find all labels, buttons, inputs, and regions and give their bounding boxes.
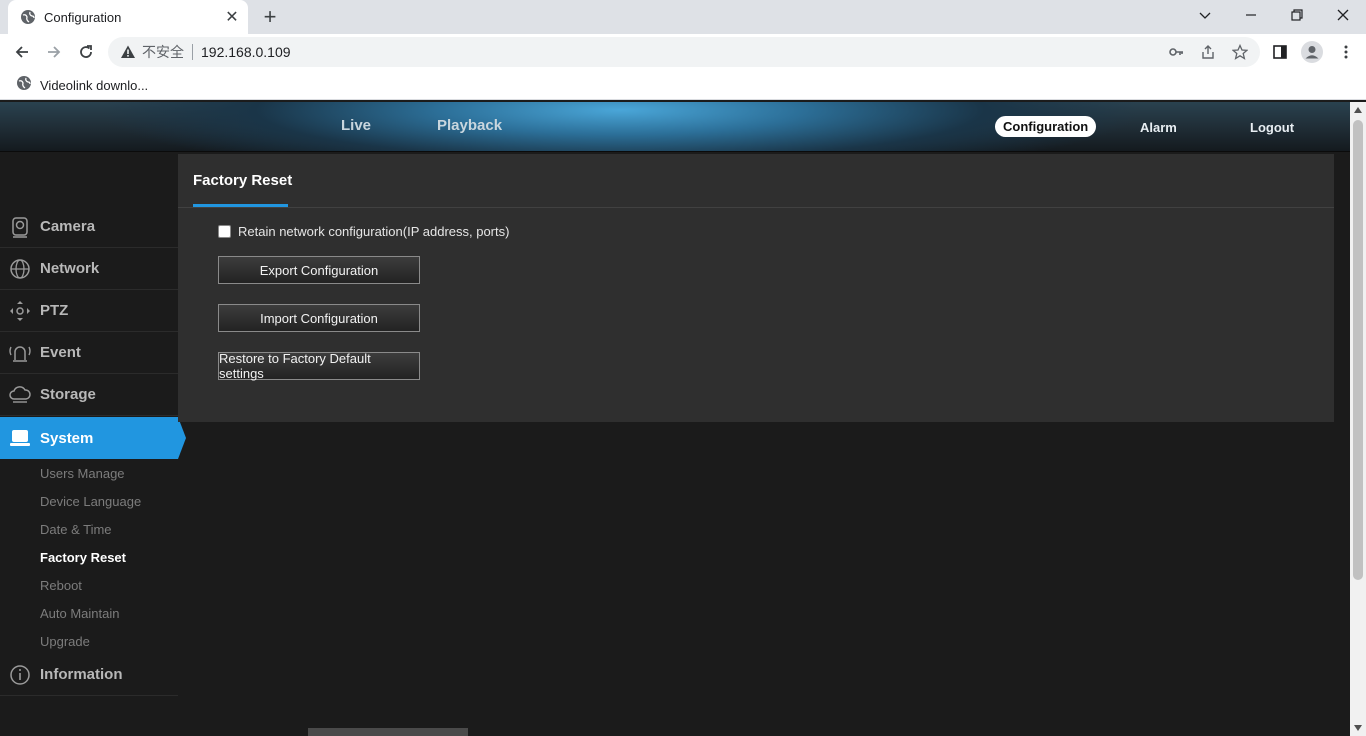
omnibox-separator <box>192 44 193 60</box>
sidepanel-icon[interactable] <box>1268 40 1292 64</box>
retain-network-checkbox[interactable] <box>218 225 231 238</box>
camera-web-app: Live Playback Configuration Alarm Logout… <box>0 102 1350 736</box>
event-icon <box>0 332 40 374</box>
submenu-auto-maintain[interactable]: Auto Maintain <box>40 606 120 621</box>
scroll-up-arrow-icon[interactable] <box>1350 102 1366 118</box>
vertical-scrollbar[interactable] <box>1350 102 1366 736</box>
address-bar[interactable]: 不安全 192.168.0.109 <box>108 37 1260 67</box>
globe-icon <box>20 9 36 25</box>
close-window-button[interactable] <box>1320 0 1366 30</box>
globe-icon <box>16 75 32 96</box>
share-icon[interactable] <box>1196 40 1220 64</box>
bookmarks-bar: Videolink downlo... <box>0 70 1366 100</box>
storage-icon <box>0 374 40 416</box>
export-configuration-button[interactable]: Export Configuration <box>218 256 420 284</box>
sidebar-item-label: Event <box>40 344 81 361</box>
network-icon <box>0 248 40 290</box>
menu-kebab-icon[interactable] <box>1334 40 1358 64</box>
horizontal-scroll-thumb[interactable] <box>308 728 468 736</box>
tab-search-icon[interactable] <box>1182 0 1228 30</box>
forward-button[interactable] <box>42 40 66 64</box>
key-icon[interactable] <box>1164 40 1188 64</box>
tab-close-icon[interactable]: ✕ <box>222 7 242 27</box>
browser-tabstrip: Configuration ✕ + <box>0 0 1366 34</box>
sidebar-item-event[interactable]: Event <box>0 332 178 374</box>
system-icon <box>0 417 40 459</box>
star-icon[interactable] <box>1228 40 1252 64</box>
sidebar-item-ptz[interactable]: PTZ <box>0 290 178 332</box>
panel-header: Factory Reset <box>178 154 1334 208</box>
submenu-reboot[interactable]: Reboot <box>40 578 82 593</box>
browser-tab[interactable]: Configuration ✕ <box>8 0 248 34</box>
nav-configuration[interactable]: Configuration <box>995 116 1097 137</box>
browser-toolbar: 不安全 192.168.0.109 <box>0 34 1366 70</box>
sidebar-item-storage[interactable]: Storage <box>0 374 178 416</box>
retain-network-label[interactable]: Retain network configuration(IP address,… <box>238 224 509 239</box>
nav-live[interactable]: Live <box>341 117 371 134</box>
submenu-device-language[interactable]: Device Language <box>40 494 141 509</box>
tab-title: Configuration <box>44 9 122 25</box>
scroll-thumb[interactable] <box>1353 120 1363 580</box>
import-configuration-button[interactable]: Import Configuration <box>218 304 420 332</box>
sidebar-item-label: PTZ <box>40 302 69 319</box>
retain-network-row: Retain network configuration(IP address,… <box>218 224 509 239</box>
submenu-date-time[interactable]: Date & Time <box>40 522 112 537</box>
submenu-users-manage[interactable]: Users Manage <box>40 466 125 481</box>
info-icon <box>0 654 40 696</box>
warning-icon[interactable] <box>120 44 136 60</box>
ptz-icon <box>0 290 40 332</box>
sidebar-item-label: Camera <box>40 218 96 235</box>
minimize-button[interactable] <box>1228 0 1274 30</box>
submenu-factory-reset[interactable]: Factory Reset <box>40 550 126 565</box>
panel-title[interactable]: Factory Reset <box>193 172 292 189</box>
url-text[interactable]: 192.168.0.109 <box>201 44 291 60</box>
nav-alarm[interactable]: Alarm <box>1140 120 1177 135</box>
new-tab-button[interactable]: + <box>258 4 282 29</box>
restore-factory-default-button[interactable]: Restore to Factory Default settings <box>218 351 420 381</box>
sidebar-item-label: Network <box>40 260 100 277</box>
scroll-down-arrow-icon[interactable] <box>1350 720 1366 736</box>
config-sidebar: Camera Network PTZ Event Storage System … <box>0 152 186 736</box>
profile-avatar-icon[interactable] <box>1300 40 1324 64</box>
insecure-label[interactable]: 不安全 <box>142 42 184 62</box>
bookmark-label: Videolink downlo... <box>40 77 149 93</box>
camera-icon <box>0 206 40 248</box>
restore-button[interactable] <box>1274 0 1320 30</box>
sidebar-item-network[interactable]: Network <box>0 248 178 290</box>
sidebar-item-label: Storage <box>40 386 96 403</box>
sidebar-item-label: System <box>40 429 94 447</box>
sidebar-item-system[interactable]: System <box>0 417 186 459</box>
top-navigation: Live Playback Configuration Alarm Logout <box>0 102 1350 152</box>
sidebar-item-information[interactable]: Information <box>0 654 178 696</box>
sidebar-item-label: Information <box>40 666 123 683</box>
reload-button[interactable] <box>74 40 98 64</box>
nav-logout[interactable]: Logout <box>1250 120 1294 135</box>
bookmark-videolink[interactable]: Videolink downlo... <box>10 74 154 96</box>
sidebar-item-camera[interactable]: Camera <box>0 206 178 248</box>
nav-playback[interactable]: Playback <box>437 117 502 134</box>
factory-reset-panel: Factory Reset Retain network configurati… <box>178 154 1334 422</box>
submenu-upgrade[interactable]: Upgrade <box>40 634 90 649</box>
back-button[interactable] <box>10 40 34 64</box>
active-tab-underline <box>193 204 288 207</box>
